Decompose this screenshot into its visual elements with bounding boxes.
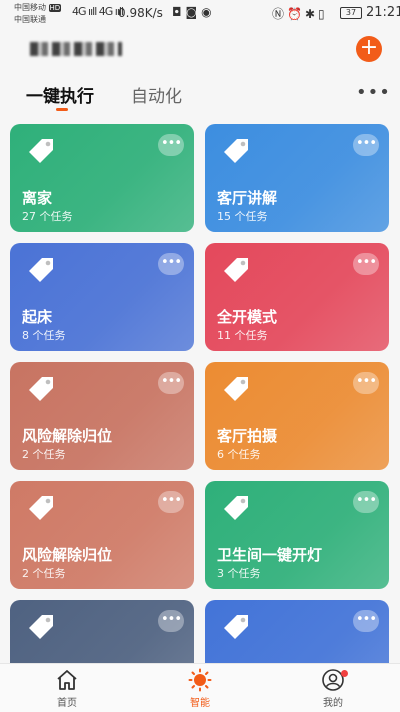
task-count: 2 个任务	[22, 567, 66, 580]
card-more-button[interactable]: •••	[158, 253, 184, 275]
card-more-button[interactable]: •••	[158, 372, 184, 394]
carrier-info: 中国移动 HD 中国联通	[14, 2, 62, 25]
scene-name: 起床	[22, 308, 53, 326]
tab-one-click[interactable]: 一键执行	[26, 82, 94, 107]
scene-card[interactable]: ••• 客厅拍摄 6 个任务	[205, 362, 389, 470]
bluetooth-icon: ✱	[304, 7, 319, 21]
scene-name: 风险解除归位	[22, 427, 113, 445]
task-count: 11 个任务	[217, 329, 268, 342]
card-more-button[interactable]: •••	[353, 491, 379, 513]
tab-automation[interactable]: 自动化	[131, 82, 182, 107]
system-icons: Ⓝ⏰✱▯	[272, 5, 328, 22]
scene-card[interactable]: ••• 客厅讲解 15 个任务	[205, 124, 389, 232]
nav-smart[interactable]: 智能	[160, 668, 240, 709]
nav-home[interactable]: 首页	[27, 668, 107, 709]
nfc-icon: Ⓝ	[272, 7, 288, 21]
silent-icon: ▯	[318, 7, 328, 21]
scene-name: 离家	[22, 189, 53, 207]
tag-icon	[221, 612, 251, 642]
tag-icon	[26, 493, 56, 523]
task-count: 3 个任务	[217, 567, 261, 580]
card-more-button[interactable]: •••	[353, 610, 379, 632]
scene-name: 客厅讲解	[217, 189, 278, 207]
app-icon: ◉	[201, 5, 216, 19]
scene-card[interactable]: ••• 风险解除归位 2 个任务	[10, 481, 194, 589]
card-more-button[interactable]: •••	[158, 134, 184, 156]
sun-icon	[188, 668, 212, 692]
scene-card[interactable]: ••• 风险解除归位 2 个任务	[10, 362, 194, 470]
scene-name: 风险解除归位	[22, 546, 113, 564]
task-count: 27 个任务	[22, 210, 73, 223]
card-more-button[interactable]: •••	[353, 253, 379, 275]
hd-badge: HD	[48, 4, 62, 12]
tag-icon	[26, 255, 56, 285]
message-icon: ◙	[185, 5, 202, 19]
more-options-button[interactable]: •••	[356, 82, 391, 103]
scene-name: 卫生间一键开灯	[217, 546, 323, 564]
tag-icon	[26, 612, 56, 642]
tag-icon	[221, 255, 251, 285]
scene-card[interactable]: ••• 起床 8 个任务	[10, 243, 194, 351]
card-more-button[interactable]: •••	[353, 134, 379, 156]
carrier-1: 中国移动	[14, 3, 46, 12]
notification-icons: ◘◙◉	[172, 5, 216, 19]
nav-smart-label: 智能	[190, 698, 210, 709]
home-icon	[57, 670, 77, 690]
tag-icon	[221, 374, 251, 404]
tag-icon	[221, 493, 251, 523]
scene-card[interactable]: ••• 卫生间一键开灯 3 个任务	[205, 481, 389, 589]
card-more-button[interactable]: •••	[353, 372, 379, 394]
tag-icon	[221, 136, 251, 166]
nav-home-label: 首页	[57, 698, 77, 709]
task-count: 6 个任务	[217, 448, 261, 461]
scene-card[interactable]: •••	[10, 600, 194, 664]
bottom-nav: 首页 智能 我的	[0, 663, 400, 712]
notification-dot	[341, 670, 348, 677]
active-tab-indicator	[56, 108, 68, 111]
card-more-button[interactable]: •••	[158, 610, 184, 632]
alarm-icon: ⏰	[287, 7, 305, 21]
scene-name: 全开模式	[217, 308, 278, 326]
scene-card[interactable]: ••• 全开模式 11 个任务	[205, 243, 389, 351]
network-speed: 0.98K/s	[118, 6, 163, 20]
task-count: 8 个任务	[22, 329, 66, 342]
carrier-2: 中国联通	[14, 15, 46, 24]
add-button[interactable]: +	[356, 36, 382, 62]
top-bar: +	[0, 30, 400, 66]
chat-icon: ◘	[172, 5, 186, 19]
status-bar: 中国移动 HD 中国联通 4G ııll 4G ııll 0.98K/s ◘◙◉…	[0, 0, 400, 26]
tag-icon	[26, 136, 56, 166]
battery-icon: 37	[340, 7, 362, 19]
task-count: 2 个任务	[22, 448, 66, 461]
scene-card[interactable]: •••	[205, 600, 389, 664]
signal-icon: 4G ııll 4G ııll	[72, 5, 124, 18]
username-redacted	[30, 42, 122, 56]
scene-grid: ••• 离家 27 个任务 ••• 客厅讲解 15 个任务 ••• 起床 8 个任务 ••• 全开模…	[0, 124, 400, 664]
nav-mine[interactable]: 我的	[293, 668, 373, 709]
scene-card[interactable]: ••• 离家 27 个任务	[10, 124, 194, 232]
scene-name: 客厅拍摄	[217, 427, 278, 445]
card-more-button[interactable]: •••	[158, 491, 184, 513]
tag-icon	[26, 374, 56, 404]
nav-mine-label: 我的	[323, 698, 343, 709]
task-count: 15 个任务	[217, 210, 268, 223]
tab-bar: 一键执行 自动化 •••	[0, 78, 400, 112]
clock: 21:21	[366, 5, 400, 20]
